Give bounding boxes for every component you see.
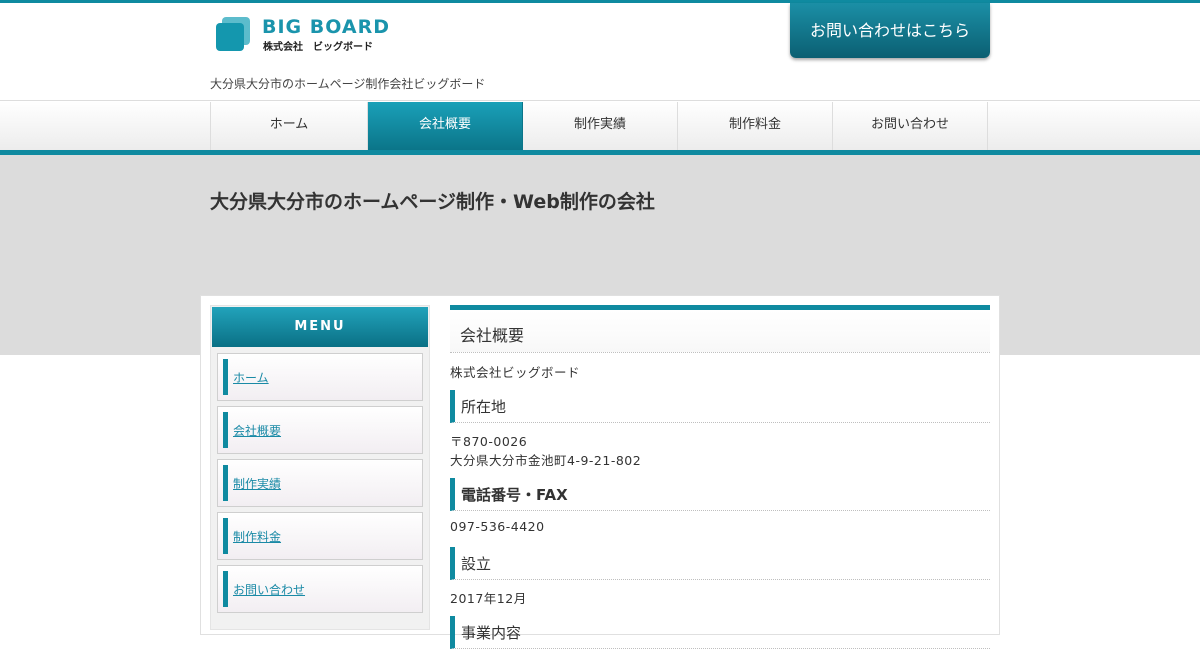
- founded-date: 2017年12月: [450, 591, 527, 606]
- sidebar-item-company[interactable]: 会社概要: [217, 406, 423, 454]
- main-nav: ホーム 会社概要 制作実績 制作料金 お問い合わせ: [210, 102, 991, 150]
- nav-item-works[interactable]: 制作実績: [523, 102, 678, 150]
- logo-name: BIG BOARD: [262, 16, 390, 38]
- site-logo[interactable]: BIG BOARD 株式会社 ビッグボード: [214, 15, 394, 55]
- sidebar-item-label[interactable]: ホーム: [233, 369, 269, 386]
- sidebar-item-contact[interactable]: お問い合わせ: [217, 565, 423, 613]
- section-phone: 電話番号・FAX: [450, 478, 990, 511]
- logo-subtitle: 株式会社 ビッグボード: [263, 42, 373, 53]
- section-founded: 設立: [450, 547, 990, 580]
- sidebar-item-label[interactable]: 会社概要: [233, 422, 281, 439]
- menu-item-bar: [223, 359, 228, 395]
- section-title: 電話番号・FAX: [461, 486, 568, 504]
- company-name: 株式会社ビッグボード: [450, 365, 581, 380]
- section-address: 所在地: [450, 390, 990, 423]
- top-accent-line: [0, 0, 1200, 3]
- company-heading-text: 会社概要: [460, 326, 525, 345]
- sidebar-item-label[interactable]: 制作実績: [233, 475, 281, 492]
- sidebar-item-works[interactable]: 制作実績: [217, 459, 423, 507]
- sidebar-item-home[interactable]: ホーム: [217, 353, 423, 401]
- menu-item-bar: [223, 518, 228, 554]
- logo-mark-icon: [214, 15, 252, 53]
- sidebar-item-label[interactable]: お問い合わせ: [233, 581, 305, 598]
- phone-number: 097-536-4420: [450, 519, 545, 534]
- nav-item-home[interactable]: ホーム: [211, 102, 368, 150]
- menu-item-bar: [223, 571, 228, 607]
- nav-item-company[interactable]: 会社概要: [368, 102, 523, 150]
- sidebar-menu-title: MENU: [212, 307, 428, 347]
- contact-button[interactable]: お問い合わせはこちら: [790, 3, 990, 58]
- sidebar-item-label[interactable]: 制作料金: [233, 528, 281, 545]
- section-title: 所在地: [461, 398, 507, 416]
- nav-item-price[interactable]: 制作料金: [678, 102, 833, 150]
- company-heading: 会社概要: [450, 305, 990, 353]
- page-title: 大分県大分市のホームページ制作・Web制作の会社: [210, 191, 655, 213]
- section-title: 事業内容: [461, 624, 522, 642]
- menu-item-bar: [223, 465, 228, 501]
- sidebar-item-price[interactable]: 制作料金: [217, 512, 423, 560]
- section-title: 設立: [461, 555, 492, 573]
- address-postal: 〒870-0026: [450, 434, 528, 449]
- section-business: 事業内容: [450, 616, 990, 649]
- address-line: 大分県大分市金池町4-9-21-802: [450, 453, 642, 468]
- nav-item-contact[interactable]: お問い合わせ: [833, 102, 988, 150]
- site-tagline: 大分県大分市のホームページ制作会社ビッグボード: [210, 77, 486, 91]
- menu-item-bar: [223, 412, 228, 448]
